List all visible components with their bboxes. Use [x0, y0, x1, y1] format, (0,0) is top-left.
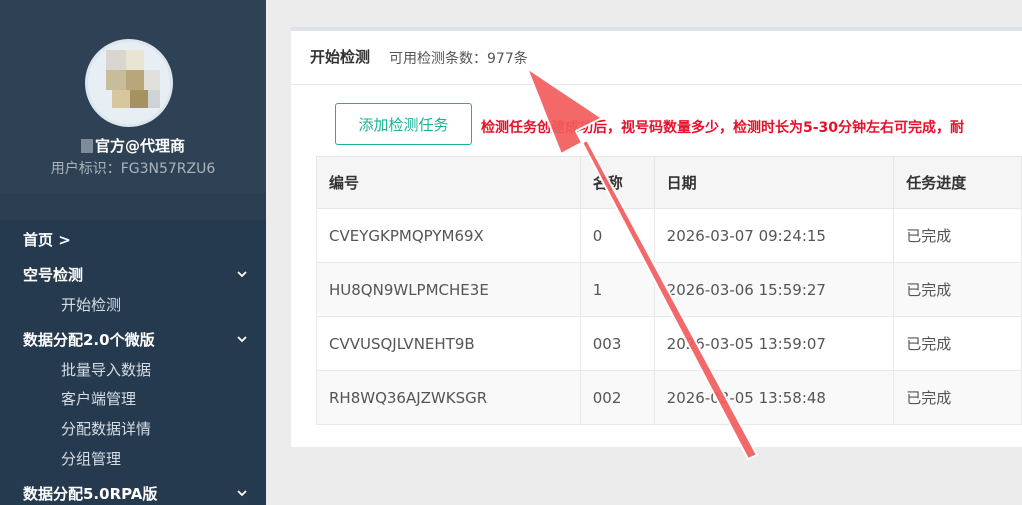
sidebar-group-data-dist-2[interactable]: 数据分配2.0个微版	[23, 329, 155, 350]
sidebar: 官方@代理商 用户标识：FG3N57RZU6 首页 > 空号检测 开始检测 数据…	[0, 0, 266, 505]
add-check-task-button[interactable]: 添加检测任务	[335, 103, 472, 145]
table-row[interactable]: CVEYGKPMQPYM69X 0 2026-03-07 09:24:15 已完…	[316, 208, 1022, 263]
sidebar-item-start-check[interactable]: 开始检测	[61, 294, 121, 315]
column-header-id[interactable]: 编号	[316, 156, 581, 209]
user-name-text: 官方@代理商	[94, 137, 185, 155]
sidebar-item-group-management[interactable]: 分组管理	[61, 448, 121, 469]
table-header-row: 编号 名称 日期 任务进度	[316, 156, 1022, 209]
cell-progress: 已完成	[893, 208, 1022, 263]
cell-date: 2026-03-05 13:58:48	[653, 370, 895, 425]
sidebar-item-client-management[interactable]: 客户端管理	[61, 388, 136, 409]
table-row[interactable]: RH8WQ36AJZWKSGR 002 2026-03-05 13:58:48 …	[316, 370, 1022, 425]
cell-id: HU8QN9WLPMCHE3E	[316, 262, 581, 317]
cell-date: 2026-03-06 15:59:27	[653, 262, 895, 317]
chevron-down-icon[interactable]	[236, 268, 248, 280]
chevron-down-icon[interactable]	[236, 333, 248, 345]
avatar[interactable]	[85, 39, 173, 127]
start-check-panel: 开始检测 可用检测条数：977条 添加检测任务 检测任务创建成功后，视号码数量多…	[291, 27, 1022, 447]
sidebar-item-home[interactable]: 首页 >	[23, 229, 71, 250]
table-row[interactable]: CVVUSQJLVNEHT9B 003 2026-03-05 13:59:07 …	[316, 316, 1022, 371]
available-count: 可用检测条数：977条	[389, 51, 528, 67]
cell-name: 1	[579, 262, 655, 317]
column-header-date[interactable]: 日期	[653, 156, 895, 209]
cell-name: 003	[579, 316, 655, 371]
task-table: 编号 名称 日期 任务进度 CVEYGKPMQPYM69X 0 2026-03-…	[316, 156, 1022, 425]
cell-progress: 已完成	[893, 262, 1022, 317]
sidebar-group-data-dist-5[interactable]: 数据分配5.0RPA版	[23, 483, 157, 504]
profile-panel: 官方@代理商 用户标识：FG3N57RZU6	[0, 0, 266, 193]
cell-progress: 已完成	[893, 316, 1022, 371]
cell-date: 2026-03-05 13:59:07	[653, 316, 895, 371]
cell-progress: 已完成	[893, 370, 1022, 425]
cell-id: CVEYGKPMQPYM69X	[316, 208, 581, 263]
cell-name: 0	[579, 208, 655, 263]
column-header-progress[interactable]: 任务进度	[893, 156, 1022, 209]
redaction-mask	[80, 139, 93, 153]
sidebar-item-distribution-details[interactable]: 分配数据详情	[61, 418, 151, 439]
cell-date: 2026-03-07 09:24:15	[653, 208, 895, 263]
cell-name: 002	[579, 370, 655, 425]
sidebar-group-empty-number-check[interactable]: 空号检测	[23, 264, 83, 285]
cell-id: CVVUSQJLVNEHT9B	[316, 316, 581, 371]
cell-id: RH8WQ36AJZWKSGR	[316, 370, 581, 425]
sidebar-item-batch-import[interactable]: 批量导入数据	[61, 359, 151, 380]
column-header-name[interactable]: 名称	[579, 156, 655, 209]
table-row[interactable]: HU8QN9WLPMCHE3E 1 2026-03-06 15:59:27 已完…	[316, 262, 1022, 317]
chevron-down-icon[interactable]	[236, 487, 248, 499]
notice-text: 检测任务创建成功后，视号码数量多少，检测时长为5-30分钟左右可完成，耐	[481, 120, 965, 136]
user-id: 用户标识：FG3N57RZU6	[50, 161, 216, 177]
user-name: 官方@代理商	[0, 135, 266, 156]
panel-header: 开始检测 可用检测条数：977条	[291, 31, 1022, 85]
page-title: 开始检测	[310, 48, 371, 66]
sidebar-divider	[0, 193, 266, 220]
